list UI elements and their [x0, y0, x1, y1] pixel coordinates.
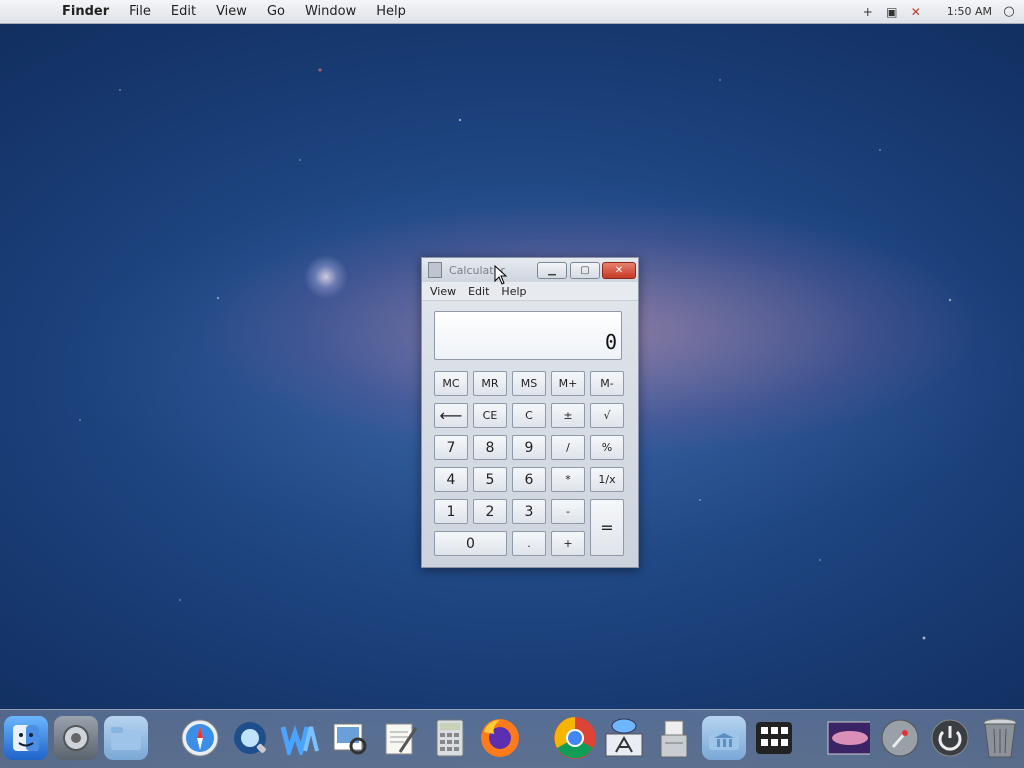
dashboard-icon[interactable]: [752, 716, 796, 760]
spotlight-search-icon[interactable]: ○: [1002, 4, 1016, 19]
preview-icon[interactable]: [328, 716, 372, 760]
digit-9-button[interactable]: 9: [512, 435, 546, 460]
digit-3-button[interactable]: 3: [512, 499, 546, 524]
backspace-button[interactable]: ⟵: [434, 403, 468, 428]
mail-icon[interactable]: [278, 716, 322, 760]
m-minus-button[interactable]: M-: [590, 371, 624, 396]
digit-2-button[interactable]: 2: [473, 499, 507, 524]
clear-button[interactable]: C: [512, 403, 546, 428]
ce-button[interactable]: CE: [473, 403, 507, 428]
divide-button[interactable]: /: [551, 435, 585, 460]
digit-5-button[interactable]: 5: [473, 467, 507, 492]
digit-7-button[interactable]: 7: [434, 435, 468, 460]
digit-8-button[interactable]: 8: [473, 435, 507, 460]
calculator-titlebar[interactable]: Calculator ▁ ▢ ✕: [422, 258, 638, 282]
network-icon[interactable]: ▣: [885, 5, 899, 19]
finder-icon[interactable]: [4, 716, 48, 760]
plus-minus-button[interactable]: ±: [551, 403, 585, 428]
reciprocal-button[interactable]: 1/x: [590, 467, 624, 492]
decimal-button[interactable]: .: [512, 531, 546, 556]
calculator-app-icon: [428, 262, 442, 278]
firefox-icon[interactable]: [478, 716, 522, 760]
menu-view[interactable]: View: [206, 0, 257, 23]
display-value: 0: [604, 330, 617, 354]
close-icon: ✕: [614, 265, 624, 276]
menu-edit[interactable]: Edit: [161, 0, 206, 23]
launchpad-icon[interactable]: [878, 716, 922, 760]
photo-icon[interactable]: [826, 716, 870, 760]
library-folder-icon[interactable]: [702, 716, 746, 760]
minimize-icon: ▁: [548, 265, 556, 276]
status-area: + ▣ ✕ 1:50 AM ○: [861, 0, 1016, 23]
calc-menu-help[interactable]: Help: [495, 285, 532, 298]
calculator-menu-bar: View Edit Help: [422, 282, 638, 301]
equals-button[interactable]: =: [590, 499, 624, 556]
system-preferences-icon[interactable]: [54, 716, 98, 760]
apple-icon[interactable]: [18, 2, 38, 22]
minimize-button[interactable]: ▁: [537, 262, 567, 279]
digit-0-button[interactable]: 0: [434, 531, 507, 556]
power-icon[interactable]: [928, 716, 972, 760]
m-plus-button[interactable]: M+: [551, 371, 585, 396]
maximize-icon: ▢: [580, 265, 590, 276]
mouse-cursor-icon: [494, 265, 508, 285]
minus-button[interactable]: -: [551, 499, 585, 524]
menu-go[interactable]: Go: [257, 0, 295, 23]
quicktime-icon[interactable]: [228, 716, 272, 760]
maximize-button[interactable]: ▢: [570, 262, 600, 279]
menu-file[interactable]: File: [119, 0, 161, 23]
disk-utility-icon[interactable]: [652, 716, 696, 760]
mc-button[interactable]: MC: [434, 371, 468, 396]
clock[interactable]: 1:50 AM: [947, 5, 992, 18]
volume-muted-icon[interactable]: ✕: [909, 5, 923, 19]
digit-1-button[interactable]: 1: [434, 499, 468, 524]
calculator-icon[interactable]: [428, 716, 472, 760]
close-button[interactable]: ✕: [602, 262, 636, 279]
plus-button[interactable]: +: [551, 531, 585, 556]
menu-help[interactable]: Help: [366, 0, 416, 23]
ms-button[interactable]: MS: [512, 371, 546, 396]
menu-bar: Finder File Edit View Go Window Help + ▣…: [0, 0, 1024, 24]
square-root-button[interactable]: √: [590, 403, 624, 428]
dock: [0, 709, 1024, 768]
plus-icon[interactable]: +: [861, 5, 875, 19]
menu-window[interactable]: Window: [295, 0, 366, 23]
calculator-window: Calculator ▁ ▢ ✕ View Edit Help 0 MC MR …: [421, 257, 639, 568]
multiply-button[interactable]: *: [551, 467, 585, 492]
percent-button[interactable]: %: [590, 435, 624, 460]
trash-icon[interactable]: [978, 716, 1022, 760]
calc-menu-view[interactable]: View: [424, 285, 462, 298]
digit-6-button[interactable]: 6: [512, 467, 546, 492]
digit-4-button[interactable]: 4: [434, 467, 468, 492]
textedit-icon[interactable]: [378, 716, 422, 760]
calculator-display: 0: [434, 311, 622, 360]
chrome-icon[interactable]: [552, 716, 596, 760]
app-store-icon[interactable]: [602, 716, 646, 760]
calculator-body: 0 MC MR MS M+ M- ⟵ CE C ± √ 7 8 9 / % 4 …: [422, 301, 638, 567]
safari-icon[interactable]: [178, 716, 222, 760]
calc-menu-edit[interactable]: Edit: [462, 285, 495, 298]
mr-button[interactable]: MR: [473, 371, 507, 396]
menu-app-name[interactable]: Finder: [52, 0, 119, 23]
applications-folder-icon[interactable]: [104, 716, 148, 760]
